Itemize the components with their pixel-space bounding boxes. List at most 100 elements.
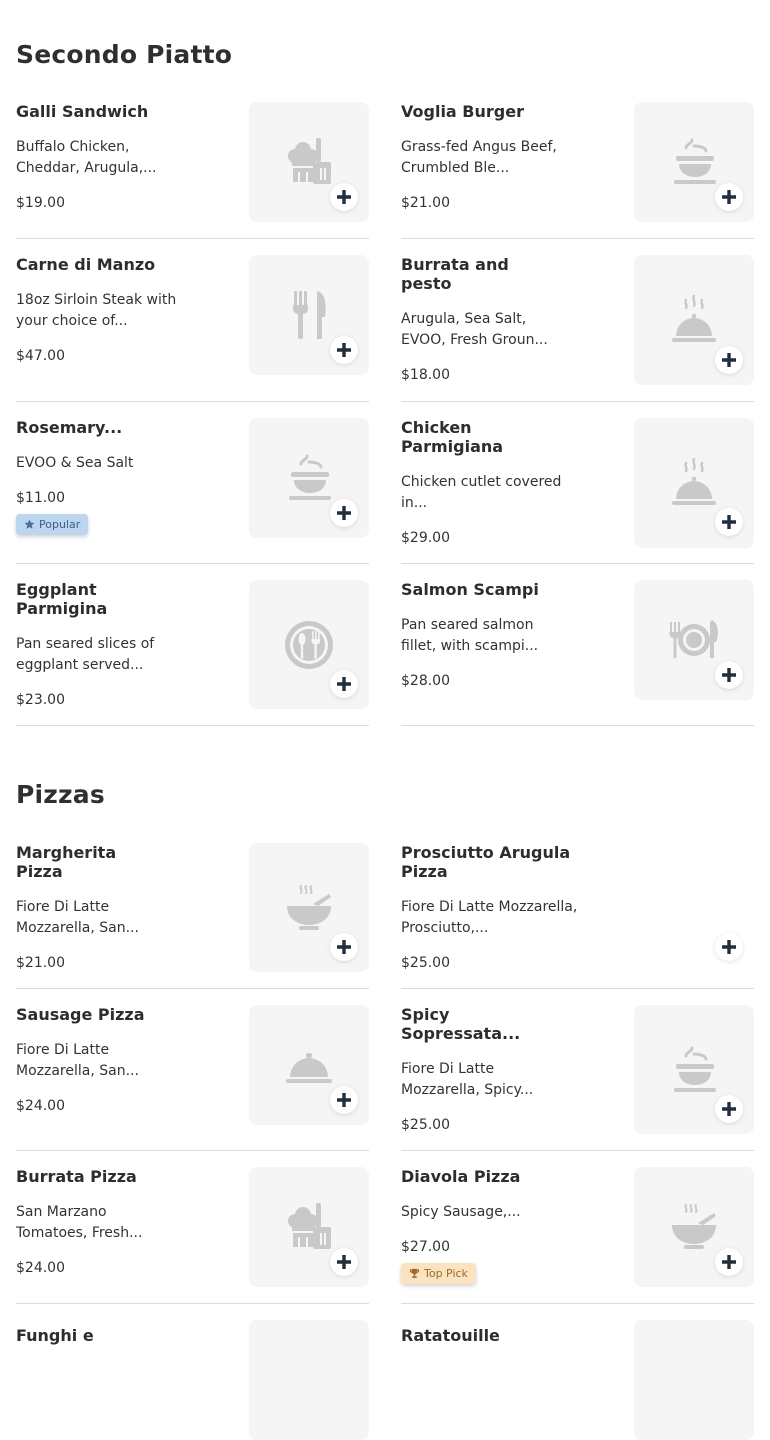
menu-item-salmon-scampi[interactable]: Salmon Scampi Pan seared salmon fillet, … [401, 580, 754, 726]
add-to-cart-button[interactable] [715, 346, 743, 374]
item-image-placeholder [634, 1320, 754, 1440]
item-name: Burrata and pesto [401, 255, 509, 293]
hot-cloche-icon [672, 294, 716, 342]
plus-icon [337, 190, 351, 204]
steaming-dish-icon [289, 454, 331, 500]
badge-label: Popular [39, 518, 81, 531]
top-pick-badge: Top Pick [401, 1263, 476, 1284]
badge-label: Top Pick [424, 1267, 468, 1280]
add-to-cart-button[interactable] [330, 1248, 358, 1276]
item-name: Burrata Pizza [16, 1167, 137, 1186]
menu-item-sausage-pizza[interactable]: Sausage Pizza Fiore Di Latte Mozzarella,… [16, 1005, 369, 1151]
add-to-cart-button[interactable] [330, 670, 358, 698]
add-to-cart-button[interactable] [330, 499, 358, 527]
item-price: $27.00 [401, 1239, 450, 1255]
add-to-cart-button[interactable] [330, 336, 358, 364]
item-name: Sausage Pizza [16, 1005, 145, 1024]
item-description: San Marzano Tomatoes, Fresh... [16, 1204, 143, 1241]
star-icon [24, 519, 35, 529]
add-to-cart-button[interactable] [330, 1086, 358, 1114]
item-name: Prosciutto Arugula Pizza [401, 843, 571, 881]
chef-icon [288, 1203, 331, 1249]
add-to-cart-button[interactable] [715, 1248, 743, 1276]
menu-item-galli-sandwich[interactable]: Galli Sandwich Buffalo Chicken, Cheddar,… [16, 102, 369, 239]
item-name: Spicy Sopressata... [401, 1005, 521, 1043]
item-price: $21.00 [16, 955, 65, 971]
item-description: Fiore Di Latte Mozzarella, San... [16, 1042, 139, 1079]
item-description: Fiore Di Latte Mozzarella, San... [16, 899, 139, 936]
item-price: $11.00 [16, 490, 65, 506]
add-to-cart-button[interactable] [330, 933, 358, 961]
add-to-cart-button[interactable] [715, 508, 743, 536]
add-to-cart-button[interactable] [715, 1095, 743, 1123]
item-name: Galli Sandwich [16, 102, 149, 121]
menu-item-margherita-pizza[interactable]: Margherita Pizza Fiore Di Latte Mozzarel… [16, 843, 369, 989]
hot-cloche-icon [672, 457, 716, 505]
menu-item-burrata-pizza[interactable]: Burrata Pizza San Marzano Tomatoes, Fres… [16, 1167, 369, 1304]
item-price: $24.00 [16, 1098, 65, 1114]
menu-item-eggplant-parmigina[interactable]: Eggplant Parmigina Pan seared slices of … [16, 580, 369, 726]
soup-bowl-icon [672, 1204, 716, 1249]
menu-item-rosemary[interactable]: Rosemary... EVOO & Sea Salt $11.00 Popul… [16, 418, 369, 564]
item-description: Fiore Di Latte Mozzarella, Spicy... [401, 1061, 534, 1098]
item-name: Voglia Burger [401, 102, 524, 121]
add-to-cart-button[interactable] [715, 661, 743, 689]
plus-icon [722, 1102, 736, 1116]
item-description: EVOO & Sea Salt [16, 455, 134, 471]
plus-icon [722, 515, 736, 529]
plus-icon [337, 1093, 351, 1107]
plus-icon [722, 353, 736, 367]
add-to-cart-button[interactable] [330, 183, 358, 211]
menu-item-voglia-burger[interactable]: Voglia Burger Grass-fed Angus Beef, Crum… [401, 102, 754, 239]
plus-icon [337, 343, 351, 357]
popular-badge: Popular [16, 514, 89, 535]
menu-item-diavola-pizza[interactable]: Diavola Pizza Spicy Sausage,... $27.00 T… [401, 1167, 754, 1304]
item-price: $19.00 [16, 195, 65, 211]
add-to-cart-button[interactable] [715, 183, 743, 211]
item-image-placeholder [249, 1320, 369, 1440]
menu-item-ratatouille[interactable]: Ratatouille [401, 1320, 754, 1440]
item-description: Pan seared slices of eggplant served... [16, 636, 155, 673]
plus-icon [337, 677, 351, 691]
item-name: Rosemary... [16, 418, 123, 437]
item-description: Grass-fed Angus Beef, Crumbled Ble... [401, 139, 557, 176]
menu-item-spicy-sopressata[interactable]: Spicy Sopressata... Fiore Di Latte Mozza… [401, 1005, 754, 1151]
item-name: Ratatouille [401, 1326, 500, 1345]
item-description: Pan seared salmon fillet, with scampi... [401, 617, 539, 654]
plus-icon [337, 1255, 351, 1269]
menu-item-chicken-parmigiana[interactable]: Chicken Parmigiana Chicken cutlet covere… [401, 418, 754, 564]
steaming-dish-icon [674, 138, 716, 184]
item-price: $21.00 [401, 195, 450, 211]
trophy-icon [409, 1268, 420, 1278]
item-price: $25.00 [401, 955, 450, 971]
item-price: $47.00 [16, 348, 65, 364]
menu-item-carne-di-manzo[interactable]: Carne di Manzo 18oz Sirloin Steak with y… [16, 255, 369, 402]
item-name: Chicken Parmigiana [401, 418, 504, 456]
menu-item-funghi[interactable]: Funghi e [16, 1320, 369, 1440]
item-price: $23.00 [16, 692, 65, 708]
item-price: $28.00 [401, 673, 450, 689]
add-to-cart-button[interactable] [715, 933, 743, 961]
item-price: $25.00 [401, 1117, 450, 1133]
item-name: Diavola Pizza [401, 1167, 521, 1186]
item-name: Eggplant Parmigina [16, 580, 108, 618]
item-name: Funghi e [16, 1326, 94, 1345]
plus-icon [722, 1255, 736, 1269]
plus-icon [722, 668, 736, 682]
item-price: $18.00 [401, 367, 450, 383]
plus-icon [337, 506, 351, 520]
item-description: Chicken cutlet covered in... [401, 474, 562, 511]
item-name: Margherita Pizza [16, 843, 117, 881]
item-description: Fiore Di Latte Mozzarella, Prosciutto,..… [401, 899, 578, 936]
menu-item-prosciutto-arugula-pizza[interactable]: Prosciutto Arugula Pizza Fiore Di Latte … [401, 843, 754, 989]
chef-icon [288, 138, 331, 184]
item-description: Buffalo Chicken, Cheddar, Arugula,... [16, 139, 157, 176]
item-description: Arugula, Sea Salt, EVOO, Fresh Groun... [401, 311, 548, 348]
utensils-icon [293, 291, 326, 339]
item-name: Carne di Manzo [16, 255, 156, 274]
section-title-secondo-piatto: Secondo Piatto [16, 40, 233, 69]
item-description: Spicy Sausage,... [401, 1204, 521, 1220]
item-name: Salmon Scampi [401, 580, 539, 599]
plus-icon [337, 940, 351, 954]
menu-item-burrata-and-pesto[interactable]: Burrata and pesto Arugula, Sea Salt, EVO… [401, 255, 754, 402]
